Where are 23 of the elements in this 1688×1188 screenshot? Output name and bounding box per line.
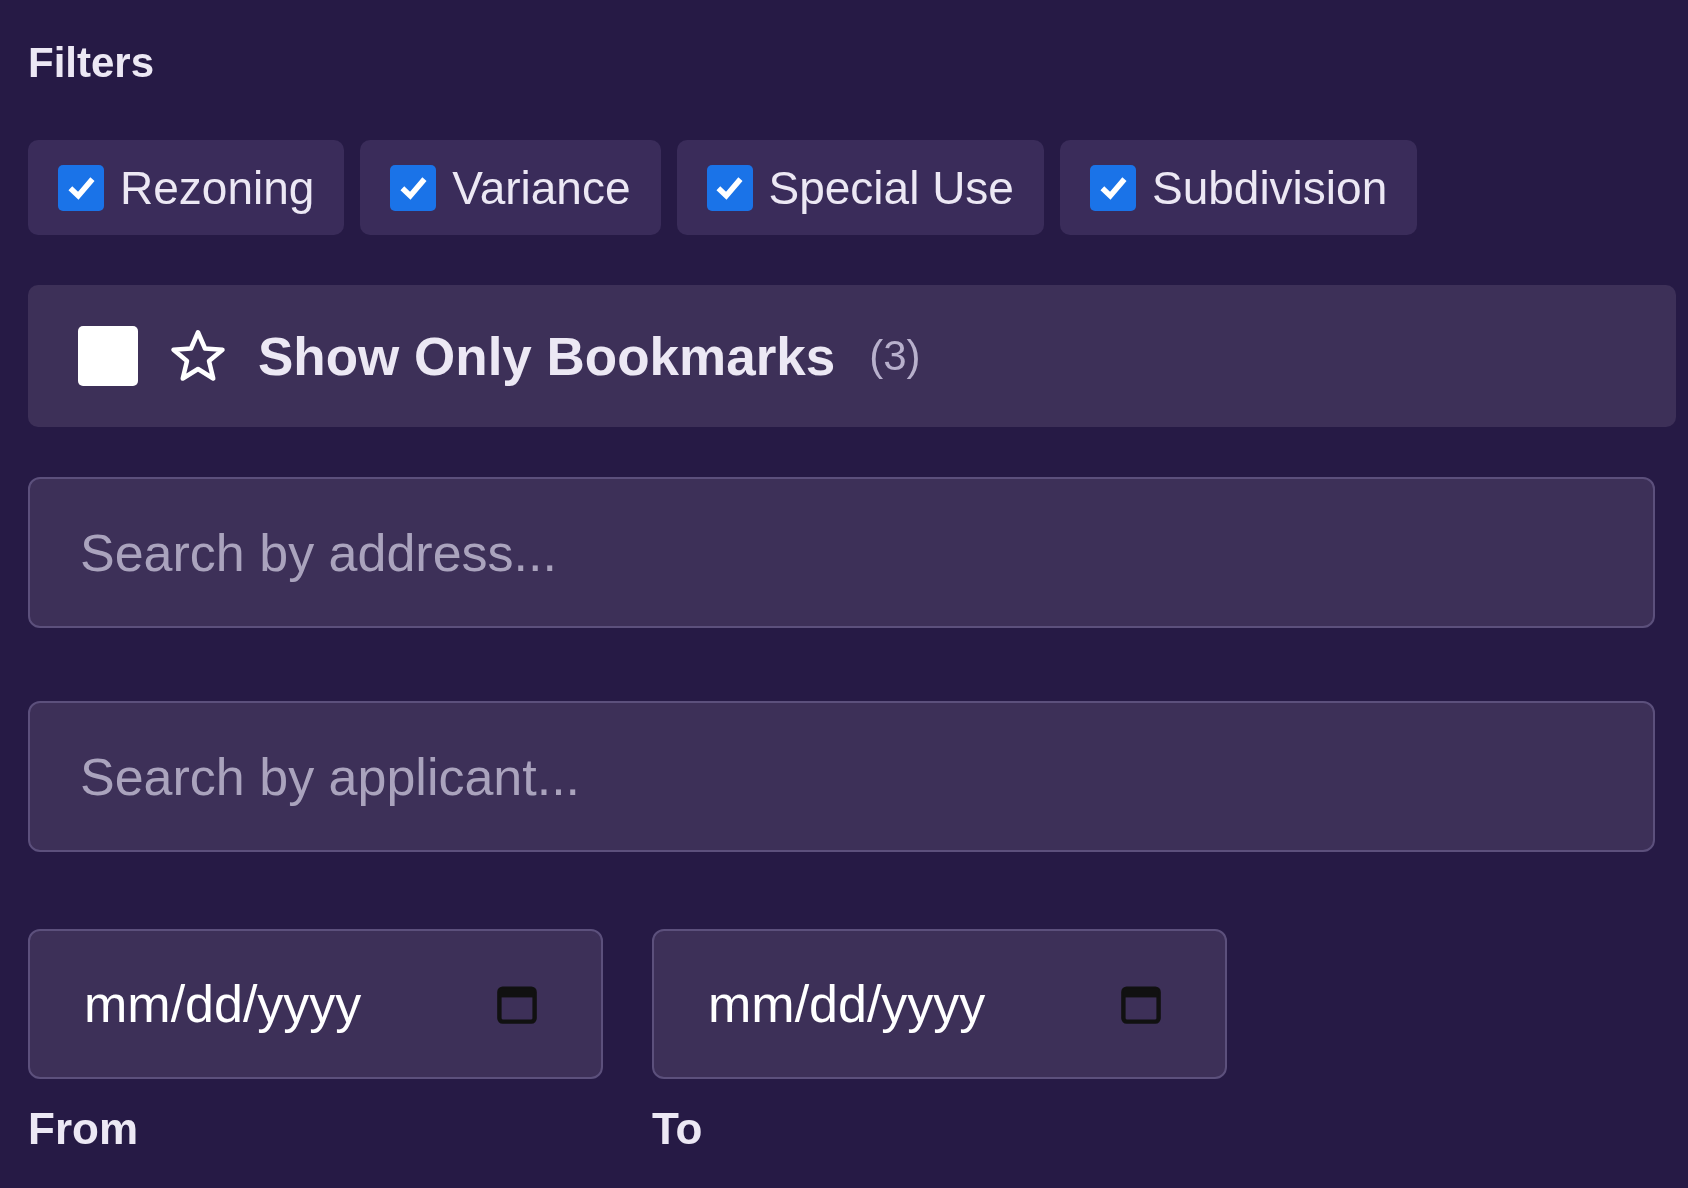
type-filter-chip[interactable]: Variance (360, 140, 661, 235)
type-filter-chip[interactable]: Special Use (676, 140, 1044, 235)
chip-label: Rezoning (120, 160, 315, 215)
search-field[interactable]: Search by address... (28, 477, 1655, 628)
date-label: From (28, 1103, 139, 1155)
type-filter-chip[interactable]: Subdivision (1059, 140, 1418, 235)
checkbox[interactable] (78, 326, 138, 386)
filters-heading: Filters (28, 38, 156, 88)
type-filter-chip[interactable]: Rezoning (28, 140, 345, 235)
bookmarks-label: Show Only Bookmarks (258, 325, 836, 387)
bookmarks-count: (3) (869, 332, 921, 380)
checkbox[interactable] (706, 164, 753, 211)
chip-label: Variance (452, 160, 631, 215)
date-field[interactable]: mm/dd/yyyy (652, 929, 1227, 1079)
date-label: To (652, 1103, 704, 1155)
checkbox[interactable] (390, 164, 437, 211)
checkbox[interactable] (58, 164, 104, 211)
bookmarks-toggle-bar[interactable]: Show Only Bookmarks (3) (28, 285, 1676, 427)
date-field[interactable]: mm/dd/yyyy (28, 929, 603, 1079)
chip-label: Subdivision (1151, 160, 1388, 215)
chip-label: Special Use (768, 160, 1014, 215)
checkbox[interactable] (1089, 164, 1136, 211)
search-field[interactable]: Search by applicant... (28, 701, 1655, 852)
